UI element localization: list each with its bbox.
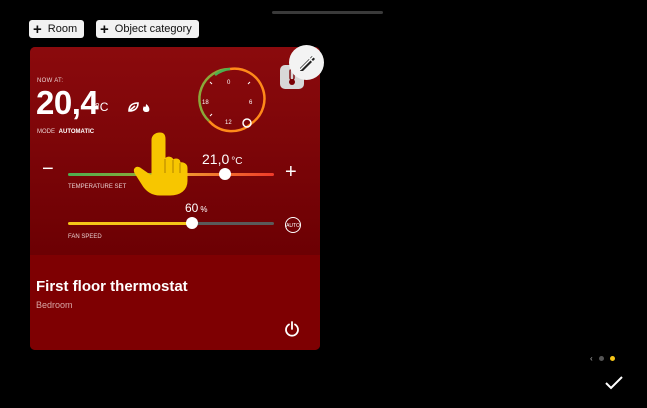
add-room-button[interactable]: + Room	[29, 20, 85, 38]
temperature-setpoint-label: TEMPERATURE SET	[68, 184, 127, 190]
mode-label: MODE	[37, 129, 55, 135]
edit-badge-icon[interactable]	[289, 45, 324, 80]
plus-icon: +	[100, 20, 109, 38]
current-temperature-unit: °C	[95, 100, 109, 114]
card-info-area	[30, 255, 320, 350]
dial-tick-0: 0	[227, 80, 231, 86]
dial-tick-18: 18	[202, 100, 209, 106]
add-object-category-label: Object category	[114, 23, 192, 35]
fan-speed-unit: %	[200, 205, 208, 214]
device-room: Bedroom	[36, 300, 73, 310]
flame-icon	[142, 104, 150, 112]
add-room-label: Room	[47, 23, 78, 35]
fan-speed-track-rest[interactable]	[191, 222, 274, 225]
device-title: First floor thermostat	[36, 278, 188, 295]
setpoint-slider-handle[interactable]	[218, 168, 231, 180]
pager-dot-2[interactable]	[609, 356, 615, 361]
dial-tick-6: 6	[249, 100, 253, 106]
dial-tick-12: 12	[225, 120, 232, 126]
pager[interactable]: ‹	[590, 354, 615, 363]
schedule-dial[interactable]: 0 6 12 18	[190, 59, 270, 139]
fan-speed-number: 60	[185, 201, 199, 215]
fan-speed-value: 60%	[185, 201, 207, 215]
current-temperature: 20,4	[36, 84, 99, 121]
chevron-left-icon[interactable]: ‹	[590, 354, 593, 363]
setpoint-unit: °C	[231, 156, 243, 167]
fan-speed-label: FAN SPEED	[68, 234, 102, 240]
setpoint-number: 21,0	[202, 151, 230, 167]
pager-dot-1[interactable]	[598, 356, 604, 361]
mode-line: MODE AUTOMATIC	[37, 129, 94, 135]
fan-speed-slider-handle[interactable]	[185, 217, 198, 229]
top-handle[interactable]	[272, 11, 383, 14]
fan-auto-button[interactable]: AUTO	[285, 217, 301, 233]
power-icon[interactable]	[284, 321, 300, 342]
increase-setpoint-button[interactable]: +	[285, 161, 297, 184]
check-icon[interactable]	[604, 375, 624, 391]
hand-pointer-icon	[133, 132, 188, 196]
mode-value: AUTOMATIC	[58, 129, 95, 135]
add-object-category-button[interactable]: + Object category	[96, 20, 199, 38]
plus-icon: +	[33, 20, 42, 38]
decrease-setpoint-button[interactable]: −	[42, 158, 54, 181]
setpoint-value: 21,0 °C	[202, 151, 242, 167]
status-icons	[128, 101, 158, 116]
leaf-icon	[128, 102, 139, 112]
fan-speed-track-fill[interactable]	[68, 222, 192, 225]
